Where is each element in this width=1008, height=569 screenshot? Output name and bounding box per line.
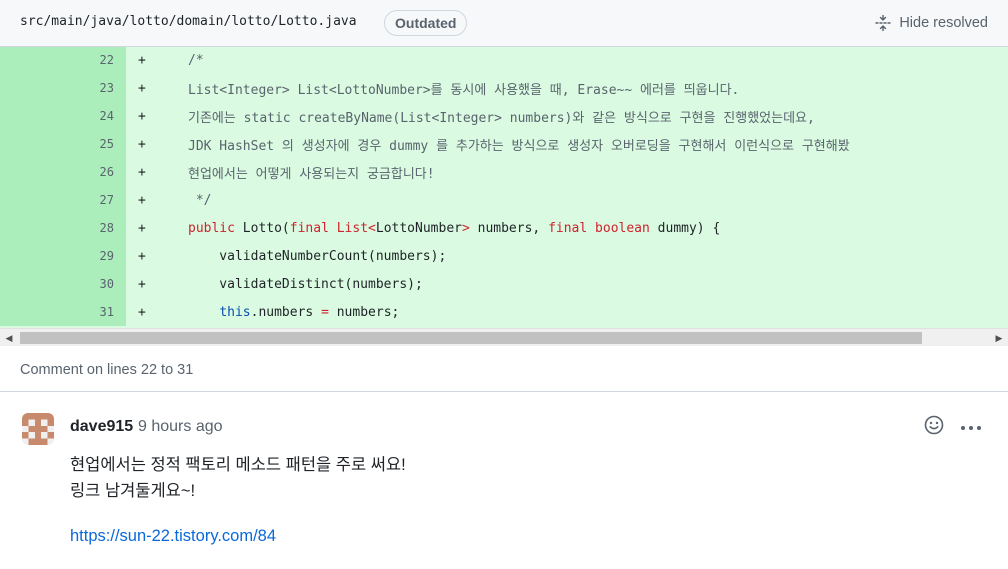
diff-added-marker: + [138, 164, 146, 180]
diff-added-marker: + [138, 108, 146, 124]
code-token: validateDistinct(numbers); [188, 276, 423, 292]
diff-line: 23 + List<Integer> List<LottoNumber>를 동시에 … [0, 74, 1008, 102]
diff-line: 25 + JDK HashSet 의 생성자에 경우 dummy 를 추가하는 방식… [0, 130, 1008, 158]
code-text: this.numbers = numbers; [166, 305, 399, 320]
more-options-button[interactable] [958, 415, 984, 439]
code-token: numbers; [328, 304, 400, 320]
code-token: Lotto( [234, 220, 290, 236]
code-token: validateNumberCount(numbers); [188, 248, 447, 264]
line-number[interactable]: 22 [0, 47, 126, 74]
code-text: /* [166, 53, 204, 68]
line-number[interactable]: 28 [0, 214, 126, 242]
code-token: boolean [595, 220, 650, 236]
diff-added-marker: + [138, 80, 146, 96]
horizontal-scrollbar[interactable]: ◀ ▶ [0, 328, 1008, 346]
code-token: dummy) { [649, 220, 721, 236]
file-path[interactable]: src/main/java/lotto/domain/lotto/Lotto.j… [20, 14, 357, 29]
diff-line: 26 + 현업에서는 어떻게 사용되는지 궁금합니다! [0, 158, 1008, 186]
code-token: /* [188, 52, 204, 68]
hide-resolved-button[interactable]: Hide resolved [875, 12, 988, 34]
diff-code-area: 22 + /* 23 + List<Integer> List<LottoNumber>를… [0, 47, 1008, 328]
line-number[interactable]: 25 [0, 130, 126, 158]
scrollbar-thumb[interactable] [20, 332, 922, 344]
code-token: List<Integer> List<LottoNumber>를 동시에 사용했… [188, 82, 740, 98]
line-number[interactable]: 31 [0, 298, 126, 326]
code-text: 현업에서는 어떻게 사용되는지 궁금합니다! [166, 163, 435, 182]
code-text: validateDistinct(numbers); [166, 277, 423, 292]
code-text: */ [166, 192, 212, 208]
comment-link[interactable]: https://sun-22.tistory.com/84 [70, 527, 276, 546]
code-token: */ [188, 192, 212, 208]
code-text: JDK HashSet 의 생성자에 경우 dummy 를 추가하는 방식으로 … [166, 135, 850, 154]
code-token: public [188, 220, 235, 236]
code-token: .numbers [250, 304, 322, 320]
hide-resolved-label: Hide resolved [899, 15, 988, 31]
diff-added-marker: + [138, 136, 146, 152]
diff-added-marker: + [138, 248, 146, 264]
kebab-horizontal-icon [960, 418, 982, 436]
diff-line: 22 + /* [0, 47, 1008, 74]
diff-line: 29 + validateNumberCount(numbers); [0, 242, 1008, 270]
diff-added-marker: + [138, 304, 146, 320]
scroll-left-arrow-icon[interactable]: ◀ [0, 329, 18, 347]
comment-timestamp[interactable]: 9 hours ago [138, 418, 223, 436]
comment-body: 현업에서는 정적 팩토리 메소드 패턴을 주로 써요! 링크 남겨둘게요~! [70, 452, 970, 504]
add-reaction-button[interactable] [922, 415, 946, 439]
code-text: 기존에는 static createByName(List<Integer> n… [166, 107, 815, 126]
line-number[interactable]: 26 [0, 158, 126, 186]
code-text: List<Integer> List<LottoNumber>를 동시에 사용했… [166, 79, 739, 98]
diff-added-marker: + [138, 276, 146, 292]
line-number[interactable]: 30 [0, 270, 126, 298]
outdated-badge: Outdated [384, 10, 468, 36]
comment-author[interactable]: dave915 [70, 418, 133, 436]
line-number[interactable]: 23 [0, 74, 126, 102]
comment-body-line: 현업에서는 정적 팩토리 메소드 패턴을 주로 써요! [70, 456, 406, 474]
scroll-right-arrow-icon[interactable]: ▶ [990, 329, 1008, 347]
avatar[interactable] [22, 413, 54, 445]
smiley-icon [924, 415, 944, 440]
code-token: this [219, 304, 251, 320]
code-token: 현업에서는 어떻게 사용되는지 궁금합니다! [188, 166, 435, 182]
diff-line: 31 + this.numbers = numbers; [0, 298, 1008, 326]
comment-range-label: Comment on lines 22 to 31 [0, 346, 1008, 392]
diff-added-marker: + [138, 52, 146, 68]
code-text: public Lotto(final List<LottoNumber> num… [166, 221, 720, 236]
unfold-icon [875, 15, 892, 31]
code-token: > [461, 220, 470, 236]
diff-line: 27 + */ [0, 186, 1008, 214]
line-number[interactable]: 29 [0, 242, 126, 270]
code-token: 기존에는 static createByName(List<Integer> n… [188, 110, 815, 126]
file-header: src/main/java/lotto/domain/lotto/Lotto.j… [0, 0, 1008, 47]
diff-line: 24 + 기존에는 static createByName(List<Integer… [0, 102, 1008, 130]
code-token: final [548, 220, 588, 236]
comment-body-line: 링크 남겨둘게요~! [70, 482, 196, 500]
line-number[interactable]: 27 [0, 186, 126, 214]
diff-added-marker: + [138, 220, 146, 236]
diff-added-marker: + [138, 192, 146, 208]
code-token: numbers, [469, 220, 549, 236]
code-token: = [321, 304, 329, 320]
code-text: validateNumberCount(numbers); [166, 249, 446, 264]
diff-line: 28 + public Lotto(final List<LottoNumber> … [0, 214, 1008, 242]
code-token: final [289, 220, 329, 236]
line-number[interactable]: 24 [0, 102, 126, 130]
code-token: LottoNumber [375, 220, 462, 236]
diff-line: 30 + validateDistinct(numbers); [0, 270, 1008, 298]
code-token: JDK HashSet 의 생성자에 경우 dummy 를 추가하는 방식으로 … [188, 138, 850, 154]
review-comment-thread: src/main/java/lotto/domain/lotto/Lotto.j… [0, 0, 1008, 569]
code-token: List< [336, 220, 376, 236]
